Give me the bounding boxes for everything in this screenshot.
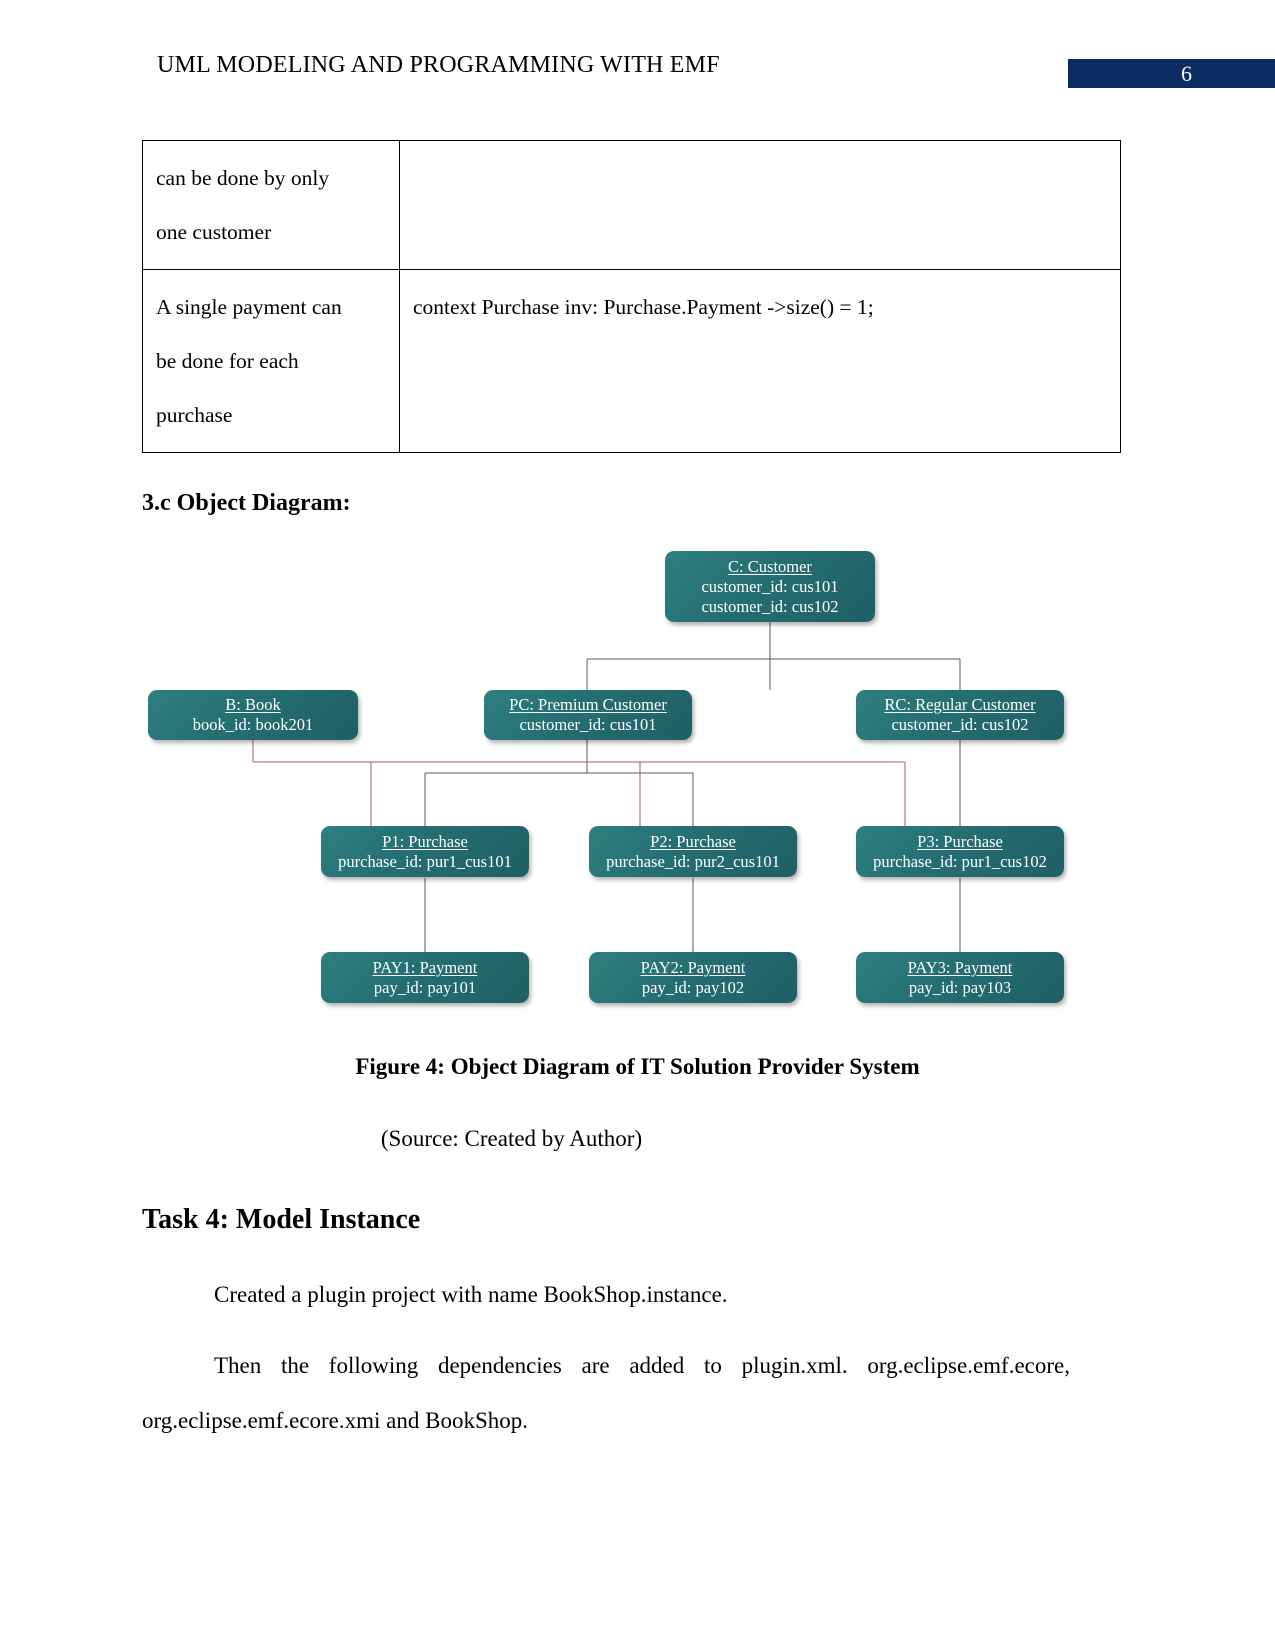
table-row: can be done by only one customer: [142, 140, 1121, 270]
object-node-title: B: Book: [225, 695, 281, 714]
table-cell-description: A single payment can be done for each pu…: [142, 269, 400, 453]
table-cell-line: one customer: [156, 220, 272, 244]
object-node-title: P3: Purchase: [917, 831, 1003, 851]
object-node-attribute: book_id: book201: [192, 715, 314, 734]
object-node-book[interactable]: B: Book book_id: book201: [148, 690, 358, 740]
object-node-attribute: customer_id: cus102: [701, 596, 839, 616]
object-node-attribute: pay_id: pay103: [908, 977, 1012, 997]
object-node-attribute: customer_id: cus102: [891, 715, 1029, 734]
object-node-title: PAY3: Payment: [907, 957, 1013, 977]
object-node-attribute: customer_id: cus101: [701, 576, 839, 596]
page-number-box: 6: [1068, 59, 1275, 88]
page-header: UML MODELING AND PROGRAMMING WITH EMF 6: [0, 52, 1275, 92]
figure-source: (Source: Created by Author): [380, 1126, 643, 1151]
constraints-table: can be done by only one customer A singl…: [142, 140, 1121, 453]
object-node-attribute: purchase_id: pur1_cus101: [338, 851, 512, 871]
table-cell-ocl: [399, 140, 1121, 270]
table-cell-line: A single payment can: [156, 295, 342, 319]
object-node-purchase-2[interactable]: P2: Purchase purchase_id: pur2_cus101: [589, 826, 797, 877]
object-node-payment-2[interactable]: PAY2: Payment pay_id: pay102: [589, 952, 797, 1003]
object-node-title: PAY1: Payment: [372, 957, 478, 977]
object-node-payment-3[interactable]: PAY3: Payment pay_id: pay103: [856, 952, 1064, 1003]
table-cell-line: can be done by only: [156, 166, 330, 190]
object-node-title: C: Customer: [728, 556, 812, 576]
task-paragraph-2: Then the following dependencies are adde…: [142, 1353, 1070, 1433]
object-node-purchase-3[interactable]: P3: Purchase purchase_id: pur1_cus102: [856, 826, 1064, 877]
task-paragraph-1: Created a plugin project with name BookS…: [214, 1282, 728, 1307]
object-node-attribute: purchase_id: pur1_cus102: [873, 851, 1047, 871]
table-cell-description: can be done by only one customer: [142, 140, 400, 270]
object-node-regular-customer[interactable]: RC: Regular Customer customer_id: cus102: [856, 690, 1064, 740]
document-running-title: UML MODELING AND PROGRAMMING WITH EMF: [157, 52, 720, 78]
ocl-expression: context Purchase inv: Purchase.Payment -…: [413, 295, 874, 319]
object-node-title: PAY2: Payment: [640, 957, 746, 977]
task-heading: Task 4: Model Instance: [142, 1204, 421, 1235]
table-cell-ocl: context Purchase inv: Purchase.Payment -…: [399, 269, 1121, 453]
object-node-payment-1[interactable]: PAY1: Payment pay_id: pay101: [321, 952, 529, 1003]
object-node-purchase-1[interactable]: P1: Purchase purchase_id: pur1_cus101: [321, 826, 529, 877]
object-node-title: PC: Premium Customer: [509, 695, 667, 714]
object-node-title: RC: Regular Customer: [884, 695, 1036, 714]
object-node-premium-customer[interactable]: PC: Premium Customer customer_id: cus101: [484, 690, 692, 740]
object-node-title: P2: Purchase: [650, 831, 736, 851]
object-node-attribute: purchase_id: pur2_cus101: [606, 851, 780, 871]
object-node-attribute: pay_id: pay101: [373, 977, 477, 997]
object-node-attribute: pay_id: pay102: [641, 977, 745, 997]
object-node-title: P1: Purchase: [382, 831, 468, 851]
table-row: A single payment can be done for each pu…: [142, 269, 1121, 453]
section-heading-object-diagram: 3.c Object Diagram:: [142, 490, 351, 516]
figure-caption: Figure 4: Object Diagram of IT Solution …: [355, 1054, 920, 1079]
object-node-attribute: customer_id: cus101: [519, 715, 657, 734]
table-cell-line: purchase: [156, 403, 233, 427]
page-number: 6: [1181, 61, 1192, 86]
table-cell-line: be done for each: [156, 349, 299, 373]
object-node-customer[interactable]: C: Customer customer_id: cus101 customer…: [665, 551, 875, 622]
